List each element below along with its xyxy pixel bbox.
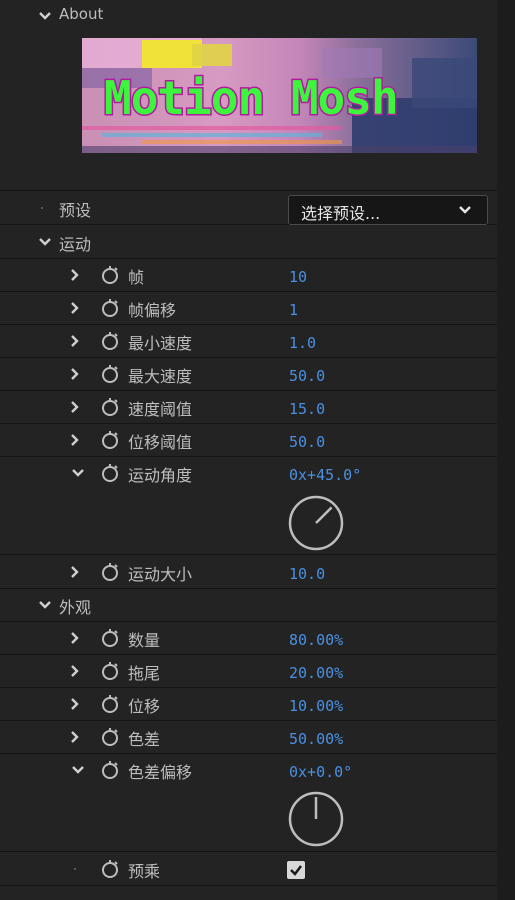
motion-mosh-banner: Motion Mosh	[82, 38, 477, 153]
chevron-right-icon[interactable]	[67, 333, 83, 349]
scrollbar-track[interactable]	[497, 0, 515, 900]
chevron-right-icon[interactable]	[67, 729, 83, 745]
param-row-chromatic-offset: 色差偏移 0x+0.0°	[0, 753, 497, 852]
chevron-down-icon[interactable]	[70, 465, 86, 481]
bullet-dot	[74, 868, 76, 870]
param-label: 帧偏移	[128, 301, 177, 320]
param-value[interactable]: 1.0	[289, 334, 316, 352]
param-value[interactable]: 0x+0.0°	[289, 763, 352, 781]
premultiply-checkbox[interactable]	[287, 861, 305, 879]
param-label: 运动大小	[128, 565, 193, 584]
param-row-amount: 数量 80.00%	[0, 621, 497, 655]
stopwatch-icon[interactable]	[100, 265, 120, 285]
param-label: 数量	[128, 631, 161, 650]
chromatic-offset-dial[interactable]	[286, 789, 346, 849]
param-label: 最大速度	[128, 367, 193, 386]
param-value[interactable]: 80.00%	[289, 631, 343, 649]
chevron-down-icon[interactable]	[37, 234, 53, 250]
chevron-down-icon	[459, 206, 471, 214]
param-row-displacement: 位移 10.00%	[0, 687, 497, 721]
param-value[interactable]: 50.0	[289, 367, 325, 385]
chevron-right-icon[interactable]	[67, 564, 83, 580]
param-row-displace-threshold: 位移阈值 50.0	[0, 423, 497, 457]
param-label: 最小速度	[128, 334, 193, 353]
about-label: About	[59, 5, 104, 23]
stopwatch-icon[interactable]	[100, 562, 120, 582]
param-row-min-speed: 最小速度 1.0	[0, 324, 497, 358]
preset-label: 预设	[59, 201, 92, 220]
param-label: 帧	[128, 268, 145, 287]
chevron-down-icon[interactable]	[37, 8, 53, 24]
chevron-right-icon[interactable]	[67, 432, 83, 448]
param-value[interactable]: 10.0	[289, 565, 325, 583]
param-row-frame-offset: 帧偏移 1	[0, 291, 497, 325]
param-row-trail: 拖尾 20.00%	[0, 654, 497, 688]
chevron-right-icon[interactable]	[67, 267, 83, 283]
stopwatch-icon[interactable]	[100, 331, 120, 351]
stopwatch-icon[interactable]	[100, 463, 120, 483]
param-label: 色差	[128, 730, 161, 749]
param-label: 运动角度	[128, 466, 193, 485]
stopwatch-icon[interactable]	[100, 364, 120, 384]
appearance-group-header[interactable]: 外观	[0, 588, 497, 622]
param-value[interactable]: 15.0	[289, 400, 325, 418]
stopwatch-icon[interactable]	[100, 661, 120, 681]
divider	[0, 885, 497, 886]
stopwatch-icon[interactable]	[100, 859, 120, 879]
stopwatch-icon[interactable]	[100, 628, 120, 648]
param-row-motion-angle: 运动角度 0x+45.0°	[0, 456, 497, 555]
param-row-chromatic: 色差 50.00%	[0, 720, 497, 754]
param-label: 速度阈值	[128, 400, 193, 419]
param-label: 位移	[128, 697, 161, 716]
stopwatch-icon[interactable]	[100, 430, 120, 450]
motion-angle-dial[interactable]	[286, 493, 346, 553]
param-value[interactable]: 0x+45.0°	[289, 466, 361, 484]
chevron-right-icon[interactable]	[67, 630, 83, 646]
param-value[interactable]: 1	[289, 301, 298, 319]
appearance-group-label: 外观	[59, 598, 92, 617]
param-value[interactable]: 50.0	[289, 433, 325, 451]
param-row-motion-size: 运动大小 10.0	[0, 555, 497, 589]
chevron-right-icon[interactable]	[67, 366, 83, 382]
param-value[interactable]: 50.00%	[289, 730, 343, 748]
bullet-dot	[41, 207, 43, 209]
param-value[interactable]: 10	[289, 268, 307, 286]
preset-dropdown[interactable]: 选择预设...	[288, 195, 488, 225]
chevron-right-icon[interactable]	[67, 696, 83, 712]
param-row-max-speed: 最大速度 50.0	[0, 357, 497, 391]
param-label: 拖尾	[128, 664, 161, 683]
stopwatch-icon[interactable]	[100, 727, 120, 747]
about-section: About Motion Mosh	[0, 0, 497, 191]
motion-group-label: 运动	[59, 235, 92, 254]
stopwatch-icon[interactable]	[100, 298, 120, 318]
chevron-right-icon[interactable]	[67, 300, 83, 316]
stopwatch-icon[interactable]	[100, 760, 120, 780]
chevron-right-icon[interactable]	[67, 663, 83, 679]
stopwatch-icon[interactable]	[100, 397, 120, 417]
param-row-frames: 帧 10	[0, 258, 497, 292]
param-label: 位移阈值	[128, 433, 193, 452]
checkmark-icon	[290, 865, 302, 876]
param-label: 预乘	[128, 862, 161, 881]
stopwatch-icon[interactable]	[100, 694, 120, 714]
preset-dropdown-value: 选择预设...	[301, 204, 381, 223]
motion-group-header[interactable]: 运动	[0, 225, 497, 259]
param-label: 色差偏移	[128, 763, 193, 782]
param-row-premultiply: 预乘	[0, 852, 497, 886]
param-value[interactable]: 10.00%	[289, 697, 343, 715]
chevron-down-icon[interactable]	[70, 762, 86, 778]
param-row-speed-threshold: 速度阈值 15.0	[0, 390, 497, 424]
chevron-down-icon[interactable]	[37, 597, 53, 613]
chevron-right-icon[interactable]	[67, 399, 83, 415]
banner-title: Motion Mosh	[104, 71, 398, 125]
param-value[interactable]: 20.00%	[289, 664, 343, 682]
